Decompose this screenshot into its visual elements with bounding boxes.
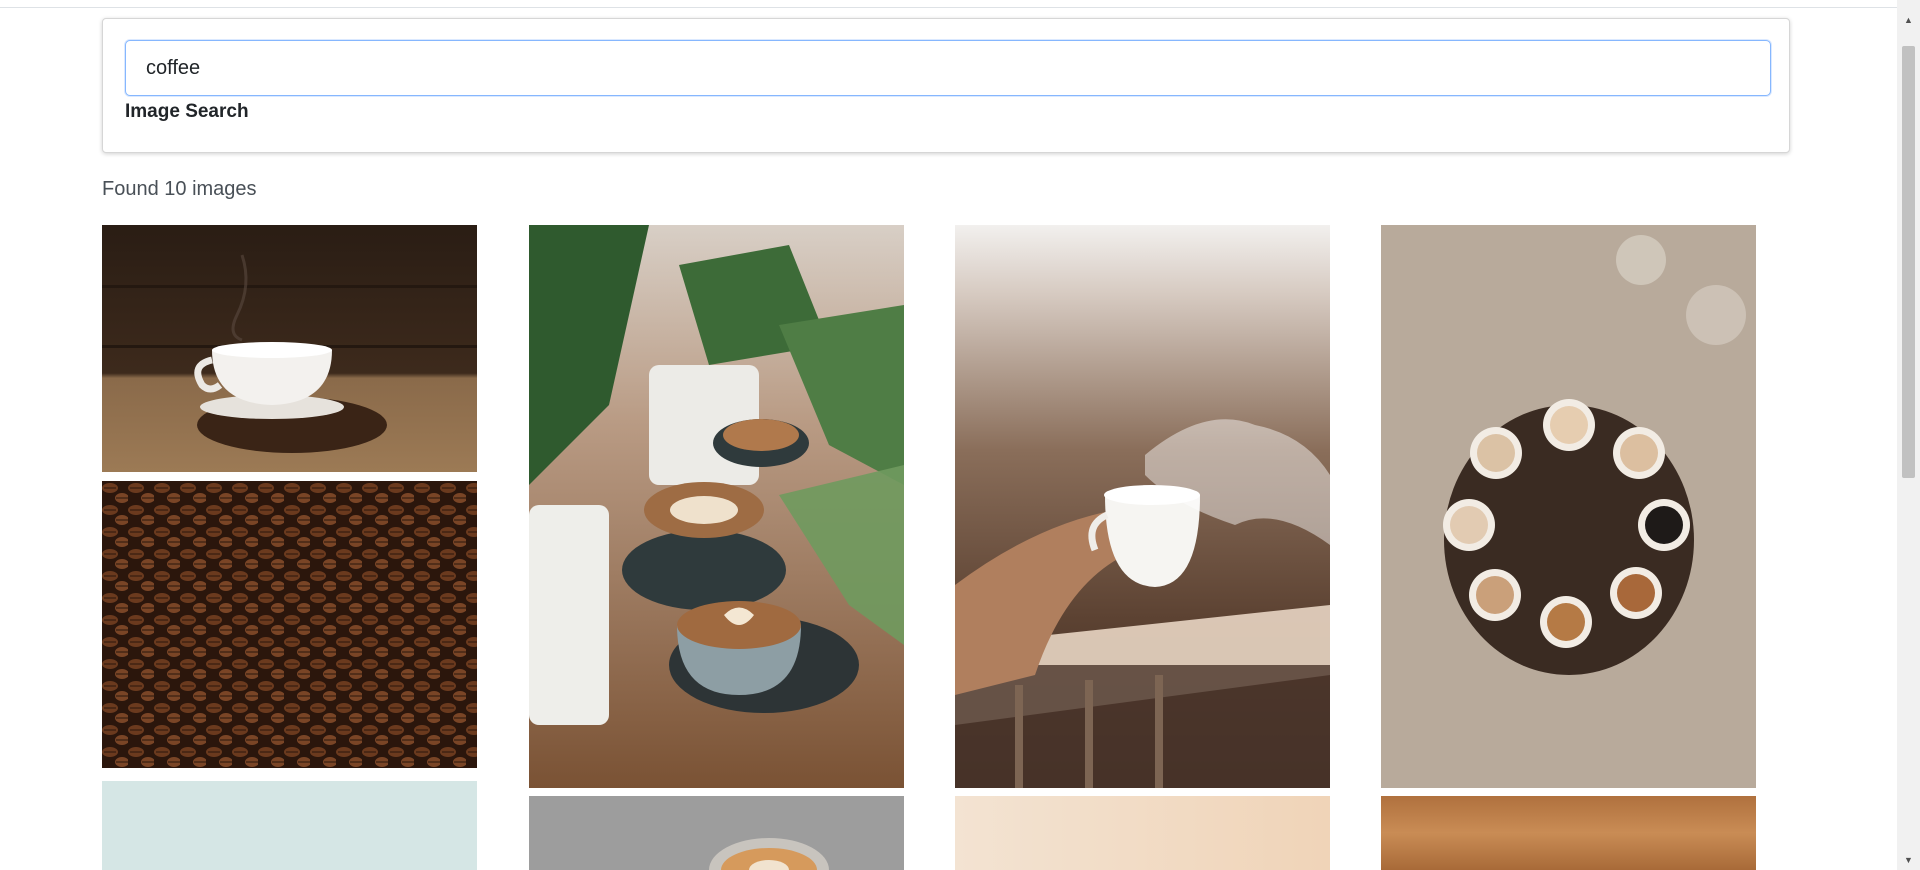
search-label: Image Search: [125, 101, 249, 122]
scroll-up-arrow-icon[interactable]: ▲: [1897, 12, 1920, 28]
scrollbar-thumb[interactable]: [1902, 46, 1915, 478]
scroll-down-arrow-icon[interactable]: ▼: [1897, 852, 1920, 868]
image-thumb-cups-circle[interactable]: [1381, 225, 1756, 788]
image-thumb-wood[interactable]: [1381, 796, 1756, 870]
image-thumb-latte-art[interactable]: [529, 225, 904, 788]
image-thumb-pale-blue[interactable]: [102, 781, 477, 870]
top-divider: [0, 7, 1897, 8]
page-scrollbar[interactable]: ▲ ▼: [1897, 0, 1920, 870]
results-count: Found 10 images: [102, 178, 257, 200]
search-card: Image Search: [102, 18, 1790, 153]
search-input[interactable]: [125, 40, 1771, 96]
image-thumb-peach[interactable]: [955, 796, 1330, 870]
image-thumb-grey-latte[interactable]: [529, 796, 904, 870]
image-thumb-coffee-beans[interactable]: [102, 481, 477, 768]
image-thumb-steaming-mug[interactable]: [955, 225, 1330, 788]
image-thumb-cup-beans[interactable]: [102, 225, 477, 472]
